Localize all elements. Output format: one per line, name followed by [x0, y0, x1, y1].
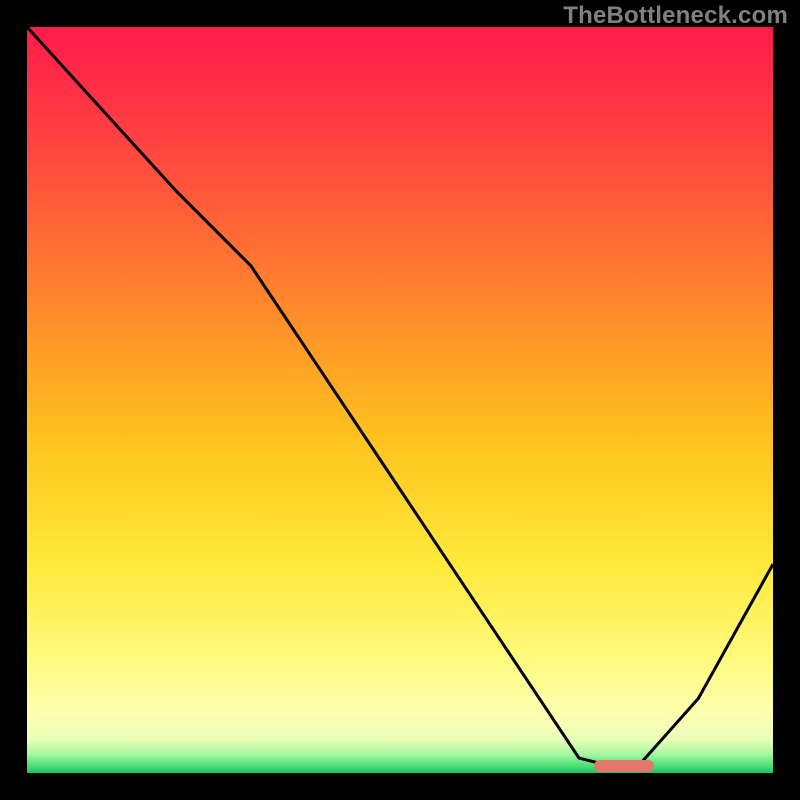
chart-plot-area [27, 27, 773, 773]
gradient-background [27, 27, 773, 773]
watermark-text: TheBottleneck.com [563, 2, 788, 30]
chart-svg [27, 27, 773, 773]
optimum-marker [594, 760, 654, 772]
chart-frame: TheBottleneck.com [0, 0, 800, 800]
